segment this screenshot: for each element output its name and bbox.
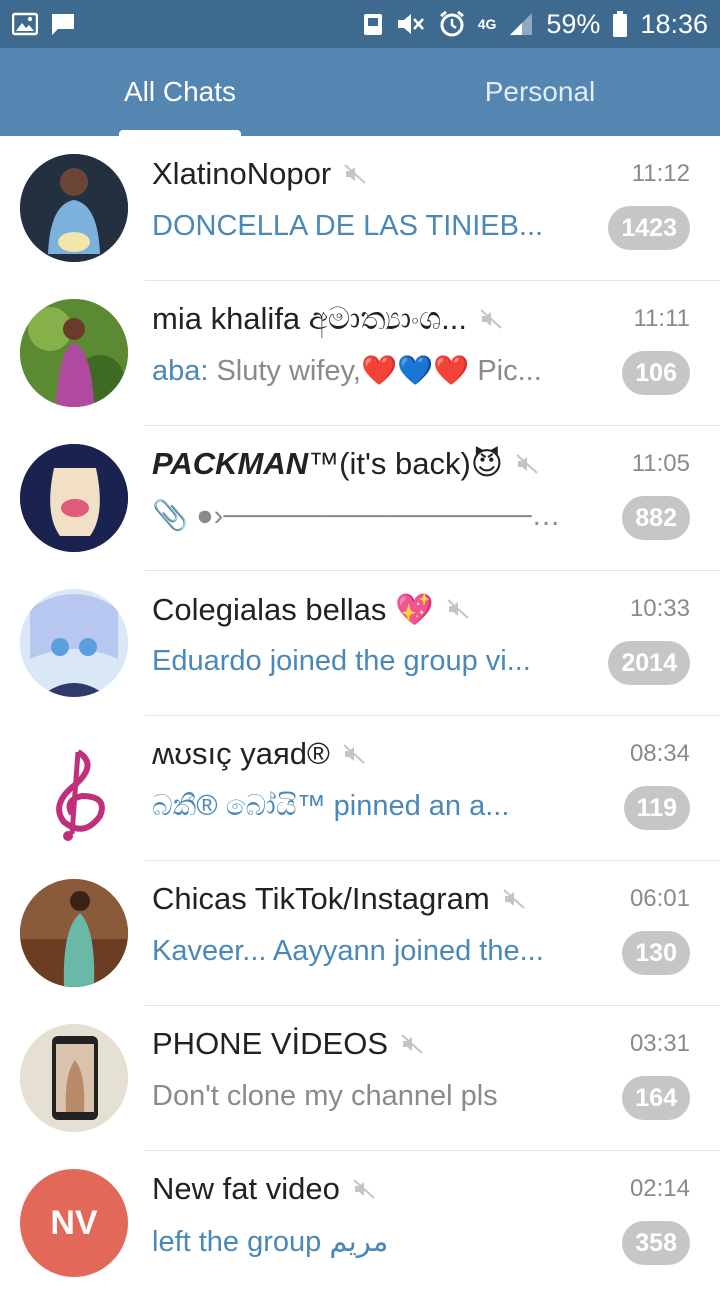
chat-title: XlatinoNopor	[152, 156, 332, 191]
avatar	[20, 589, 128, 697]
chat-time: 03:31	[629, 1030, 690, 1057]
message-icon	[50, 11, 76, 37]
save-icon	[362, 11, 384, 37]
unread-badge: 164	[622, 1076, 690, 1120]
mute-icon	[343, 162, 367, 186]
chat-title-bold: PACKMAN	[152, 446, 309, 481]
unread-badge: 1423	[608, 206, 690, 250]
chat-row[interactable]: XlatinoNopor 11:12 DONCELLA DE LAS TINIE…	[0, 136, 720, 281]
chat-time: 08:34	[629, 740, 690, 767]
battery-icon	[612, 10, 628, 38]
chat-preview: Sluty wifey,❤️💙❤️ Pic...	[216, 355, 542, 387]
avatar	[20, 299, 128, 407]
unread-badge: 130	[622, 931, 690, 975]
chat-title: Colegialas bellas 💖	[152, 591, 434, 627]
unread-badge: 882	[622, 496, 690, 540]
chat-title: mia khalifa අමාත්‍යාංශ...	[152, 300, 468, 336]
avatar	[20, 154, 128, 262]
mute-icon	[342, 742, 366, 766]
chat-title-rest: ™(it's back)😈	[308, 446, 504, 481]
chat-title: New fat video	[152, 1171, 340, 1206]
chat-time: 11:05	[631, 450, 690, 477]
chat-preview: 📎 ●›───────────────── 🔞...	[152, 500, 578, 532]
mute-icon	[352, 1177, 376, 1201]
chat-preview: Eduardo joined the group vi...	[152, 644, 531, 677]
tab-bar: All Chats Personal	[0, 48, 720, 136]
chat-preview: Kaveer... Aayyann joined the...	[152, 934, 544, 967]
chat-time: 11:12	[631, 160, 690, 187]
mute-icon	[400, 1032, 424, 1056]
chat-row[interactable]: PACKMAN™(it's back)😈 11:05 📎 ●›─────────…	[0, 426, 720, 571]
mute-icon	[479, 307, 503, 331]
mute-icon	[396, 11, 426, 37]
chat-list: XlatinoNopor 11:12 DONCELLA DE LAS TINIE…	[0, 136, 720, 1296]
chat-preview: DONCELLA DE LAS TINIEB...	[152, 209, 544, 242]
chat-row[interactable]: Colegialas bellas 💖 10:33 Eduardo joined…	[0, 571, 720, 716]
chat-preview: left the group مريم	[152, 1225, 389, 1258]
unread-badge: 358	[622, 1221, 690, 1265]
preview-sender: aba:	[152, 354, 209, 387]
clock: 18:36	[640, 8, 708, 39]
chat-time: 06:01	[629, 885, 690, 912]
avatar-initials: NV	[20, 1169, 128, 1277]
alarm-icon	[438, 10, 466, 38]
chat-time: 10:33	[629, 595, 690, 622]
tab-personal[interactable]: Personal	[360, 48, 720, 136]
network-type: 4G	[477, 16, 497, 32]
tab-label: Personal	[484, 76, 596, 107]
chat-title: Chicas TikTok/Instagram	[152, 881, 490, 916]
avatar	[20, 879, 128, 987]
chat-time: 02:14	[629, 1175, 690, 1202]
signal-icon	[508, 11, 534, 37]
battery-percent: 59%	[546, 8, 601, 39]
chat-preview: Don't clone my channel pls	[152, 1079, 498, 1112]
status-bar: 4G 59% 18:36	[0, 0, 720, 48]
chat-time: 11:11	[633, 305, 691, 332]
unread-badge: 119	[623, 786, 690, 830]
chat-title: ʍʊsıç yaяd®	[152, 736, 330, 771]
chat-row[interactable]: NV New fat video 02:14 left the group مر…	[0, 1151, 720, 1296]
image-icon	[12, 12, 38, 36]
treble-clef-icon	[56, 749, 105, 841]
chat-row[interactable]: Chicas TikTok/Instagram 06:01 Kaveer... …	[0, 861, 720, 1006]
avatar	[20, 734, 128, 842]
unread-badge: 2014	[608, 641, 690, 685]
avatar-initials-text: NV	[50, 1203, 98, 1242]
avatar	[20, 444, 128, 552]
avatar	[20, 1024, 128, 1132]
tab-all-chats[interactable]: All Chats	[0, 48, 360, 136]
mute-icon	[446, 597, 470, 621]
chat-preview: බකී® බෝයි™ pinned an a...	[152, 789, 510, 822]
unread-badge: 106	[622, 351, 690, 395]
tab-label: All Chats	[123, 76, 237, 107]
chat-row[interactable]: mia khalifa අමාත්‍යාංශ... 11:11 aba: Slu…	[0, 281, 720, 426]
chat-row[interactable]: PHONE VİDEOS 03:31 Don't clone my channe…	[0, 1006, 720, 1151]
chat-row[interactable]: ʍʊsıç yaяd® 08:34 බකී® බෝයි™ pinned an a…	[0, 716, 720, 861]
chat-title: PHONE VİDEOS	[152, 1026, 388, 1061]
mute-icon	[502, 887, 526, 911]
mute-icon	[515, 452, 539, 476]
